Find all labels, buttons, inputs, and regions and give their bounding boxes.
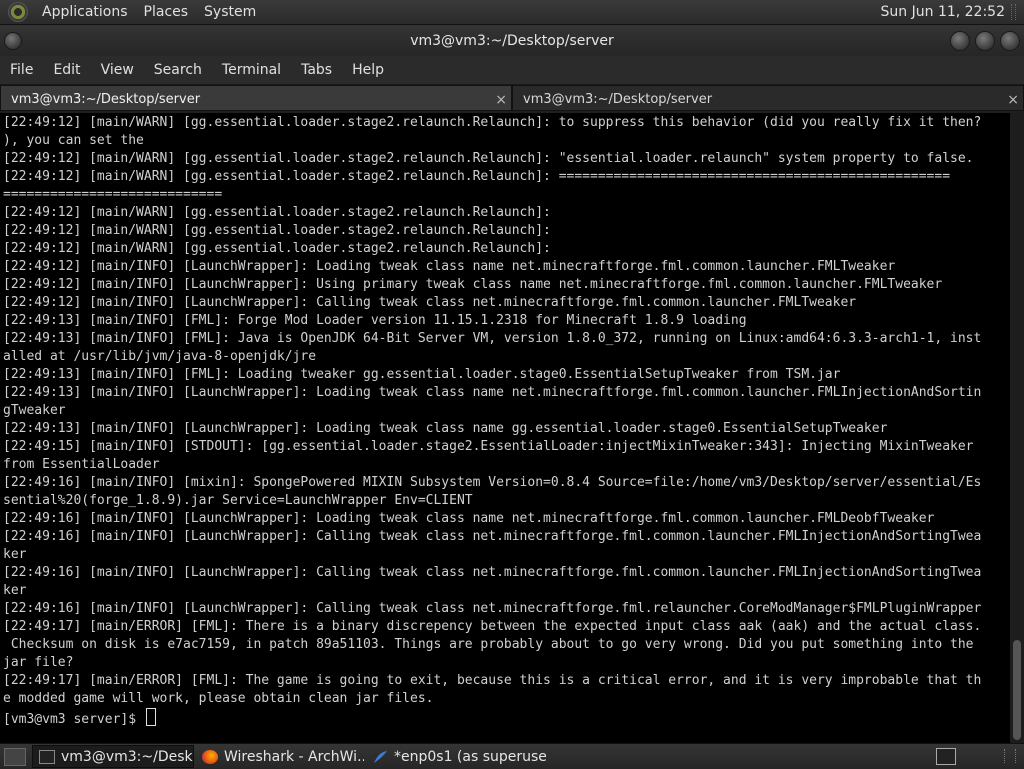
menu-terminal[interactable]: Terminal	[212, 62, 291, 78]
terminal-line: [22:49:17] [main/ERROR] [FML]: The game …	[3, 673, 982, 688]
applications-menu[interactable]: Applications	[34, 4, 136, 20]
show-desktop-button[interactable]	[4, 747, 26, 766]
wireshark-icon	[372, 750, 388, 764]
minimize-button[interactable]	[950, 31, 970, 51]
scrollbar-thumb[interactable]	[1013, 640, 1021, 740]
distro-logo-icon[interactable]	[8, 2, 28, 22]
close-window-button[interactable]	[1000, 31, 1020, 51]
terminal-line: [22:49:12] [main/INFO] [LaunchWrapper]: …	[3, 277, 943, 292]
terminal-line: [22:49:16] [main/INFO] [LaunchWrapper]: …	[3, 511, 935, 526]
taskbar-item-firefox[interactable]: Wireshark - ArchWi...	[196, 745, 364, 768]
tray-terminal-icon[interactable]	[936, 748, 956, 765]
terminal-line: [22:49:16] [main/INFO] [LaunchWrapper]: …	[3, 601, 982, 616]
terminal-line: [22:49:13] [main/INFO] [LaunchWrapper]: …	[3, 421, 888, 436]
menu-search[interactable]: Search	[144, 62, 212, 78]
terminal-line: jar file?	[3, 655, 74, 670]
tab-1[interactable]: vm3@vm3:~/Desktop/server ×	[0, 85, 512, 111]
terminal-line: sential%20(forge_1.8.9).jar Service=Laun…	[3, 493, 473, 508]
system-menu[interactable]: System	[196, 4, 264, 20]
window-titlebar[interactable]: vm3@vm3:~/Desktop/server	[0, 25, 1024, 56]
menu-edit[interactable]: Edit	[43, 62, 90, 78]
taskbar-item-label: Wireshark - ArchWi...	[224, 748, 364, 765]
terminal-line: [22:49:12] [main/WARN] [gg.essential.loa…	[3, 205, 551, 220]
terminal-line: alled at /usr/lib/jvm/java-8-openjdk/jre	[3, 349, 317, 364]
menu-view[interactable]: View	[91, 62, 144, 78]
panel-handle	[1004, 749, 1016, 763]
taskbar-item-label: vm3@vm3:~/Deskt...	[61, 748, 193, 765]
tab-1-close-icon[interactable]: ×	[495, 86, 507, 114]
terminal-line: Checksum on disk is e7ac7159, in patch 8…	[10, 637, 974, 652]
terminal-output[interactable]: [22:49:12] [main/WARN] [gg.essential.loa…	[0, 113, 1010, 743]
clock[interactable]: Sun Jun 11, 22:52	[881, 4, 1011, 20]
terminal-line: [22:49:13] [main/INFO] [FML]: Loading tw…	[3, 367, 841, 382]
tab-bar: vm3@vm3:~/Desktop/server × vm3@vm3:~/Des…	[0, 85, 1024, 113]
window-title: vm3@vm3:~/Desktop/server	[410, 32, 614, 49]
terminal-line: [22:49:12] [main/WARN] [gg.essential.loa…	[3, 241, 551, 256]
terminal-menubar: File Edit View Search Terminal Tabs Help	[0, 56, 1024, 84]
terminal-line: ============================	[3, 187, 223, 202]
terminal-line: [22:49:13] [main/INFO] [FML]: Java is Op…	[3, 331, 982, 346]
terminal-text: [22:49:12] [main/WARN] [gg.essential.loa…	[0, 113, 1010, 729]
menu-tabs[interactable]: Tabs	[291, 62, 342, 78]
panel-handle	[1011, 4, 1016, 20]
terminal-line: [22:49:12] [main/WARN] [gg.essential.loa…	[3, 223, 551, 238]
terminal-line: [22:49:16] [main/INFO] [mixin]: SpongePo…	[3, 475, 982, 490]
terminal-icon	[39, 749, 55, 764]
text-cursor	[145, 708, 156, 726]
terminal-line: gTweaker	[3, 403, 66, 418]
terminal-line: [22:49:16] [main/INFO] [LaunchWrapper]: …	[3, 529, 982, 544]
tab-2-label: vm3@vm3:~/Desktop/server	[523, 92, 713, 107]
firefox-icon	[202, 749, 218, 764]
maximize-button[interactable]	[975, 31, 995, 51]
tab-1-label: vm3@vm3:~/Desktop/server	[11, 92, 201, 107]
tab-2-close-icon[interactable]: ×	[1007, 86, 1019, 114]
terminal-line: [22:49:13] [main/INFO] [FML]: Forge Mod …	[3, 313, 747, 328]
window-menu-button[interactable]	[4, 32, 22, 50]
shell-prompt: [vm3@vm3 server]$	[3, 712, 144, 727]
taskbar-item-label: *enp0s1 (as superuser)	[394, 748, 546, 765]
terminal-line: ker	[3, 583, 27, 598]
bottom-panel: vm3@vm3:~/Deskt... Wireshark - ArchWi...…	[0, 743, 1024, 769]
terminal-line: [22:49:17] [main/ERROR] [FML]: There is …	[3, 619, 982, 634]
terminal-line: [22:49:15] [main/INFO] [STDOUT]: [gg.ess…	[3, 439, 974, 454]
taskbar-item-terminal[interactable]: vm3@vm3:~/Deskt...	[32, 745, 194, 768]
terminal-line: [22:49:16] [main/INFO] [LaunchWrapper]: …	[3, 565, 982, 580]
terminal-line: ker	[3, 547, 27, 562]
terminal-scrollbar[interactable]	[1010, 113, 1024, 743]
top-panel: Applications Places System Sun Jun 11, 2…	[0, 0, 1024, 25]
terminal-line: [22:49:12] [main/WARN] [gg.essential.loa…	[3, 115, 982, 130]
menu-help[interactable]: Help	[342, 62, 394, 78]
terminal-line: ), you can set the	[3, 133, 144, 148]
terminal-line: e modded game will work, please obtain c…	[3, 691, 434, 706]
terminal-line: [22:49:12] [main/WARN] [gg.essential.loa…	[3, 169, 951, 184]
terminal-line: [22:49:12] [main/WARN] [gg.essential.loa…	[3, 151, 974, 166]
places-menu[interactable]: Places	[136, 4, 197, 20]
tab-2[interactable]: vm3@vm3:~/Desktop/server ×	[512, 85, 1024, 111]
terminal-line: [22:49:12] [main/INFO] [LaunchWrapper]: …	[3, 295, 857, 310]
taskbar-item-wireshark[interactable]: *enp0s1 (as superuser)	[366, 745, 546, 768]
terminal-line: [22:49:13] [main/INFO] [LaunchWrapper]: …	[3, 385, 982, 400]
terminal-line: [22:49:12] [main/INFO] [LaunchWrapper]: …	[3, 259, 896, 274]
terminal-line: from EssentialLoader	[3, 457, 160, 472]
menu-file[interactable]: File	[0, 62, 43, 78]
